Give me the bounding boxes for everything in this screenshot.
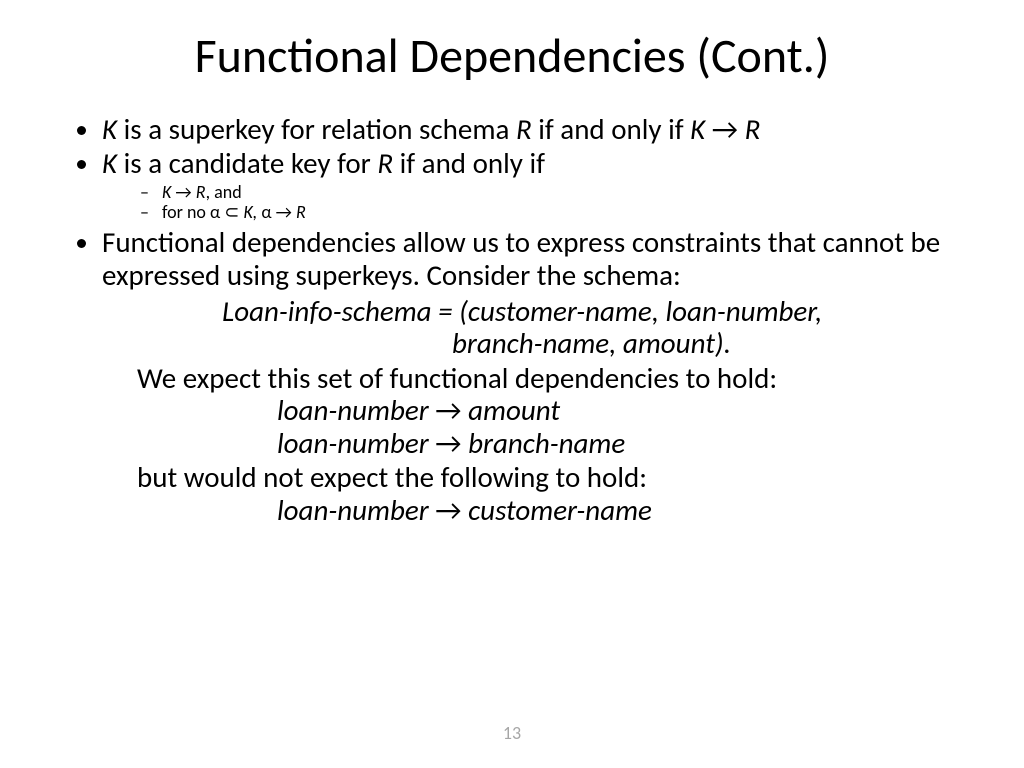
fd-left: loan-number	[277, 425, 435, 461]
fd-left: loan-number	[277, 492, 435, 528]
bullet-item-1: K is a superkey for relation schema R if…	[102, 113, 974, 145]
var-r: R	[192, 181, 206, 203]
slide-title: Functional Dependencies (Cont.)	[50, 30, 974, 83]
sub-item-2: for no α ⊂ K, α → R	[162, 202, 974, 222]
arrow-icon: →	[435, 492, 461, 528]
fd-left: loan-number	[277, 392, 435, 428]
bullet-list: K is a superkey for relation schema R if…	[50, 113, 974, 526]
var-k: K	[690, 111, 712, 147]
notexpect-text: but would not expect the following to ho…	[102, 461, 974, 493]
fd-right: branch-name	[462, 425, 626, 461]
fd-3: loan-number → customer-name	[102, 494, 974, 526]
alpha-icon: α	[261, 201, 275, 223]
sub-list: K → R, and for no α ⊂ K, α → R	[102, 182, 974, 222]
var-r: R	[738, 111, 760, 147]
var-k: K	[102, 145, 117, 181]
var-r: R	[292, 201, 306, 223]
text: Functional dependencies allow us to expr…	[102, 224, 940, 292]
schema-line-1: Loan-info-schema = (customer-name, loan-…	[102, 295, 974, 327]
arrow-icon: →	[276, 201, 292, 223]
slide: Functional Dependencies (Cont.) K is a s…	[0, 0, 1024, 768]
var-r: R	[377, 145, 393, 181]
var-k: K,	[239, 201, 261, 223]
arrow-icon: →	[435, 425, 461, 461]
fd-2: loan-number → branch-name	[102, 427, 974, 459]
fd-1: loan-number → amount	[102, 394, 974, 426]
text: is a candidate key for	[117, 145, 377, 181]
schema-line-2: branch-name, amount).	[102, 327, 974, 359]
arrow-icon: →	[175, 181, 191, 203]
bullet-item-3: Functional dependencies allow us to expr…	[102, 226, 974, 526]
var-k: K	[102, 111, 117, 147]
text: , and	[206, 181, 242, 203]
text: if and only if	[532, 111, 690, 147]
sub-item-1: K → R, and	[162, 182, 974, 202]
expect-text: We expect this set of functional depende…	[102, 362, 974, 394]
subset-icon: ⊂	[224, 201, 239, 223]
arrow-icon: →	[435, 392, 461, 428]
text: for no	[162, 201, 210, 223]
slide-body: K is a superkey for relation schema R if…	[50, 113, 974, 526]
var-k: K	[162, 181, 175, 203]
var-r: R	[516, 111, 532, 147]
alpha-icon: α	[210, 201, 224, 223]
text: if and only if	[393, 145, 545, 181]
page-number: 13	[0, 722, 1024, 744]
fd-right: customer-name	[462, 492, 652, 528]
text: is a superkey for relation schema	[117, 111, 516, 147]
bullet-item-2: K is a candidate key for R if and only i…	[102, 147, 974, 222]
arrow-icon: →	[712, 111, 738, 147]
fd-right: amount	[462, 392, 561, 428]
